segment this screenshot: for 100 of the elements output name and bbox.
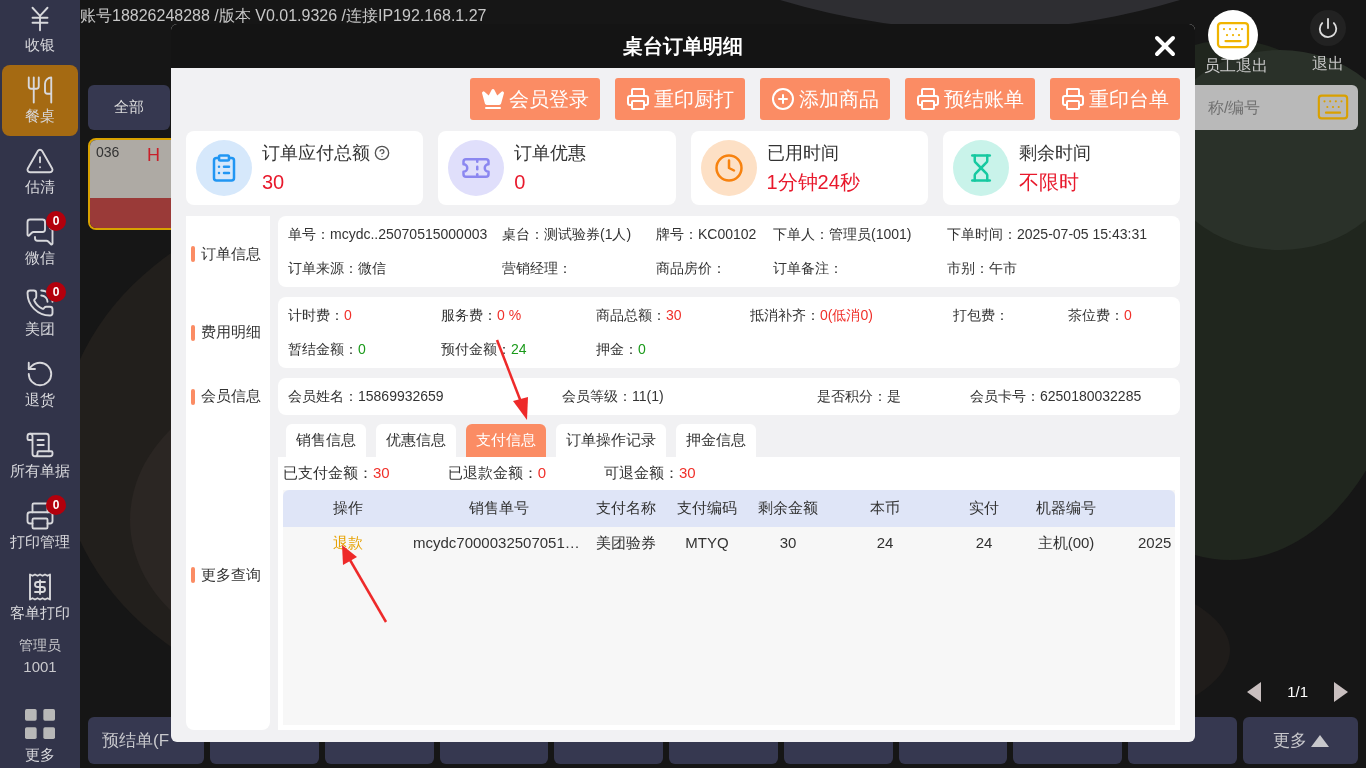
dialog-title: 桌台订单明细	[623, 34, 743, 59]
section-label: 费用明细	[201, 322, 261, 343]
column-header: 实付	[968, 498, 1000, 519]
field-value: 11(1)	[632, 387, 664, 406]
column-header: 销售单号	[468, 498, 530, 519]
area-tab[interactable]: 全部	[88, 85, 170, 130]
phone-icon	[25, 288, 55, 319]
field-label: 押金：	[596, 340, 638, 359]
tab[interactable]: 订单操作记录	[556, 424, 666, 457]
card-value: 30	[262, 169, 286, 195]
field-value: 0	[358, 340, 366, 359]
summary-value: 30	[373, 463, 390, 484]
column-header: 剩余金额	[757, 498, 819, 519]
printer-icon	[626, 87, 650, 111]
table-cell-text: 2025	[1137, 532, 1173, 553]
field-value: 0	[344, 306, 352, 325]
field-label: 茶位费：	[1068, 306, 1124, 325]
sidebar-item[interactable]: 打印管理 0	[2, 491, 78, 562]
field-label: 市别：	[947, 259, 989, 278]
card-label: 订单应付总额	[262, 141, 370, 165]
table-tag: H	[147, 142, 160, 198]
field-value: 0	[638, 340, 646, 359]
summary-label: 已支付金额：	[283, 463, 373, 484]
summary-label: 可退金额：	[604, 463, 680, 484]
count-badge: 0	[46, 282, 66, 302]
sidebar-item[interactable]: 估清	[2, 136, 78, 207]
field-label: 打包费：	[953, 306, 1009, 325]
field-label: 会员卡号：	[970, 387, 1040, 406]
utensils-icon	[25, 75, 55, 106]
field-value: 测试验券(1人)	[544, 225, 632, 244]
printer-icon	[916, 87, 940, 111]
field-label: 抵消补齐：	[750, 306, 820, 325]
field-value: 2025-07-05 15:43:31	[1017, 225, 1147, 244]
sidebar-item[interactable]: 微信 0	[2, 207, 78, 278]
column-header: 操作	[332, 498, 364, 519]
field-label: 商品房价：	[656, 259, 726, 278]
field-value: 15869932659	[358, 387, 444, 406]
table-cell-text: 30	[778, 532, 798, 553]
table-cell-text: 美团验券	[595, 532, 657, 553]
tab[interactable]: 押金信息	[676, 424, 756, 457]
field-value: KC00102	[698, 225, 757, 244]
field-value: 微信	[358, 259, 386, 278]
summary-label: 已退款金额：	[447, 463, 538, 484]
table-cell-text: 主机(00)	[1036, 532, 1096, 553]
section-label: 会员信息	[201, 386, 261, 407]
card-value: 1分钟24秒	[766, 169, 860, 195]
column-header: 支付名称	[595, 498, 657, 519]
table-cell-text: MTYQ	[684, 532, 730, 553]
table-cell-text: 24	[875, 532, 895, 553]
help-icon[interactable]	[374, 145, 390, 161]
field-label: 牌号：	[656, 225, 698, 244]
sidebar-item[interactable]: 客单打印	[2, 562, 78, 633]
staff-logout-button[interactable]: 员工退出	[1196, 10, 1276, 78]
card-label: 订单优惠	[514, 141, 587, 165]
field-label: 订单备注：	[773, 259, 843, 278]
field-value: mcydc..25070515000003	[330, 225, 488, 244]
printer-icon	[1061, 87, 1085, 111]
field-label: 预付金额：	[441, 340, 511, 359]
field-label: 下单人：	[773, 225, 829, 244]
field-value: 24	[511, 340, 527, 359]
table-cell-text: 24	[974, 532, 994, 553]
count-badge: 0	[46, 495, 66, 515]
field-label: 会员等级：	[562, 387, 632, 406]
table-cell-text: mcydc7000032507051…	[413, 532, 581, 553]
previous-page-icon[interactable]	[1247, 681, 1262, 702]
summary-value: 0	[537, 463, 547, 484]
next-page-icon[interactable]	[1334, 681, 1348, 702]
field-value: 0 %	[497, 306, 522, 325]
page-indicator: 1/1	[1287, 681, 1308, 702]
sidebar-item[interactable]: 收银	[2, 0, 78, 65]
field-label: 是否积分：	[817, 387, 887, 406]
column-header: 机器编号	[1035, 498, 1097, 519]
up-triangle-icon	[1310, 734, 1329, 747]
field-label: 单号：	[288, 225, 330, 244]
sidebar-item[interactable]: 退货	[2, 349, 78, 420]
sidebar-item[interactable]: 美团 0	[2, 278, 78, 349]
more-menu-item[interactable]: 更多	[20, 703, 60, 766]
field-label: 计时费：	[288, 306, 344, 325]
count-badge: 0	[46, 211, 66, 231]
card-value: 0	[514, 169, 527, 195]
field-value: 管理员(1001)	[829, 225, 912, 244]
field-label: 订单来源：	[288, 259, 358, 278]
tab[interactable]: 销售信息	[286, 424, 366, 457]
chat-icon	[25, 217, 55, 248]
sidebar-item[interactable]: 所有单据	[2, 420, 78, 491]
field-label: 服务费：	[441, 306, 497, 325]
section-label: 订单信息	[201, 243, 261, 264]
field-value: 0	[1124, 306, 1132, 325]
card-label: 剩余时间	[1018, 141, 1091, 165]
field-label: 会员姓名：	[288, 387, 358, 406]
card-label: 已用时间	[766, 141, 839, 165]
table-number: 036	[96, 143, 120, 162]
more-button[interactable]: 更多	[1243, 717, 1359, 764]
plus-icon	[771, 87, 795, 111]
field-label: 桌台：	[502, 225, 544, 244]
section-label: 更多查询	[201, 564, 261, 585]
logout-button[interactable]: 退出	[1298, 10, 1358, 76]
field-value: 0(低消0)	[820, 306, 873, 325]
column-header: 本币	[869, 498, 901, 519]
tab[interactable]: 优惠信息	[376, 424, 456, 457]
